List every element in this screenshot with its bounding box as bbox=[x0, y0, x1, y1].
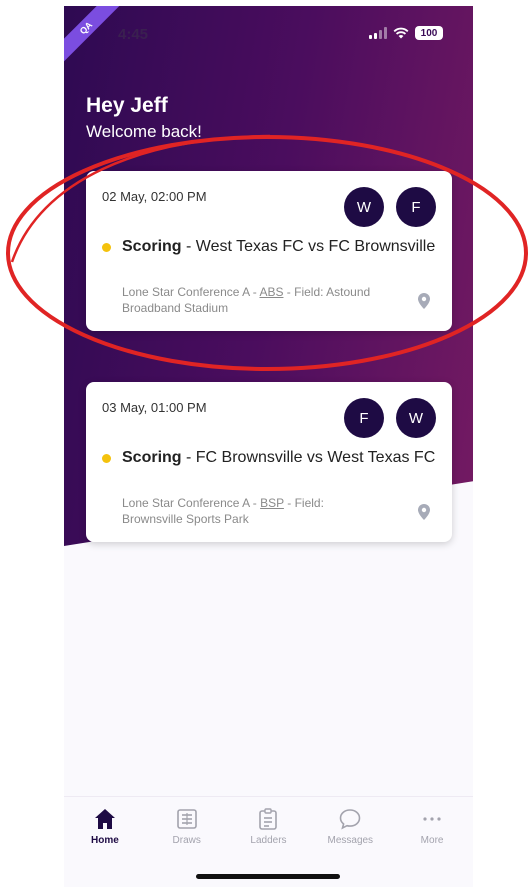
tab-label: Messages bbox=[327, 835, 374, 846]
greeting-name: Hey Jeff bbox=[86, 94, 168, 117]
phone-screen: QA 4:45 100 Hey Jeff Welcome back! 02 Ma… bbox=[64, 6, 473, 887]
tab-label: Ladders bbox=[250, 835, 287, 846]
field-label: Field: bbox=[294, 496, 324, 510]
team-badge: W bbox=[396, 398, 436, 438]
greeting-subtitle: Welcome back! bbox=[86, 122, 202, 141]
team-badge: F bbox=[396, 187, 436, 227]
field-label: Field: bbox=[294, 285, 324, 299]
conference-name: Lone Star Conference A bbox=[122, 496, 250, 510]
match-meta: Lone Star Conference A - ABS - Field: As… bbox=[122, 285, 371, 315]
title-separator: - bbox=[181, 449, 196, 466]
match-title-row: Scoring - FC Brownsville vs West Texas F… bbox=[102, 448, 436, 468]
field-name: Brownsville Sports Park bbox=[122, 512, 249, 526]
match-status: Scoring bbox=[122, 238, 182, 255]
home-indicator bbox=[196, 874, 340, 879]
tab-messages[interactable]: Messages bbox=[315, 807, 385, 846]
match-datetime: 02 May, 02:00 PM bbox=[102, 189, 207, 204]
wifi-icon bbox=[393, 27, 409, 39]
tab-label: More bbox=[420, 835, 444, 846]
team-badges: F W bbox=[344, 398, 436, 438]
venue-code-link[interactable]: ABS bbox=[259, 285, 283, 299]
status-dot-icon bbox=[102, 454, 111, 463]
home-icon bbox=[94, 809, 115, 829]
status-time: 4:45 bbox=[118, 26, 149, 43]
more-icon bbox=[423, 817, 441, 821]
match-status: Scoring bbox=[122, 449, 182, 466]
tab-home[interactable]: Home bbox=[70, 807, 140, 846]
location-pin-icon[interactable] bbox=[418, 293, 430, 309]
match-title-row: Scoring - West Texas FC vs FC Brownsvill… bbox=[102, 237, 436, 257]
match-title: Scoring - FC Brownsville vs West Texas F… bbox=[122, 448, 435, 468]
venue-code-link[interactable]: BSP bbox=[260, 496, 284, 510]
signal-icon bbox=[369, 27, 387, 39]
ladders-icon bbox=[259, 808, 278, 830]
status-dot-icon bbox=[102, 243, 111, 252]
match-card[interactable]: 02 May, 02:00 PM W F Scoring - West Texa… bbox=[86, 171, 452, 331]
match-card[interactable]: 03 May, 01:00 PM F W Scoring - FC Browns… bbox=[86, 382, 452, 542]
tab-more[interactable]: More bbox=[397, 807, 467, 846]
tab-label: Home bbox=[90, 835, 119, 846]
draws-icon bbox=[176, 809, 197, 829]
team-badge: W bbox=[344, 187, 384, 227]
status-icons: 100 bbox=[369, 26, 443, 40]
match-teams: FC Brownsville vs West Texas FC bbox=[195, 449, 436, 466]
team-badges: W F bbox=[344, 187, 436, 227]
match-datetime: 03 May, 01:00 PM bbox=[102, 400, 207, 415]
match-meta: Lone Star Conference A - BSP - Field: Br… bbox=[122, 496, 324, 526]
tab-label: Draws bbox=[172, 835, 201, 846]
tab-ladders[interactable]: Ladders bbox=[233, 807, 303, 846]
title-separator: - bbox=[181, 238, 196, 255]
match-teams: West Texas FC vs FC Brownsville bbox=[195, 238, 436, 255]
battery-icon: 100 bbox=[415, 26, 443, 40]
team-badge: F bbox=[344, 398, 384, 438]
match-title: Scoring - West Texas FC vs FC Brownsvill… bbox=[122, 237, 435, 257]
messages-icon bbox=[339, 809, 361, 830]
conference-name: Lone Star Conference A bbox=[122, 285, 250, 299]
location-pin-icon[interactable] bbox=[418, 504, 430, 520]
greeting: Hey Jeff Welcome back! bbox=[86, 94, 202, 142]
bottom-tab-bar: Home Draws Ladders Messages More bbox=[64, 796, 473, 856]
tab-draws[interactable]: Draws bbox=[152, 807, 222, 846]
